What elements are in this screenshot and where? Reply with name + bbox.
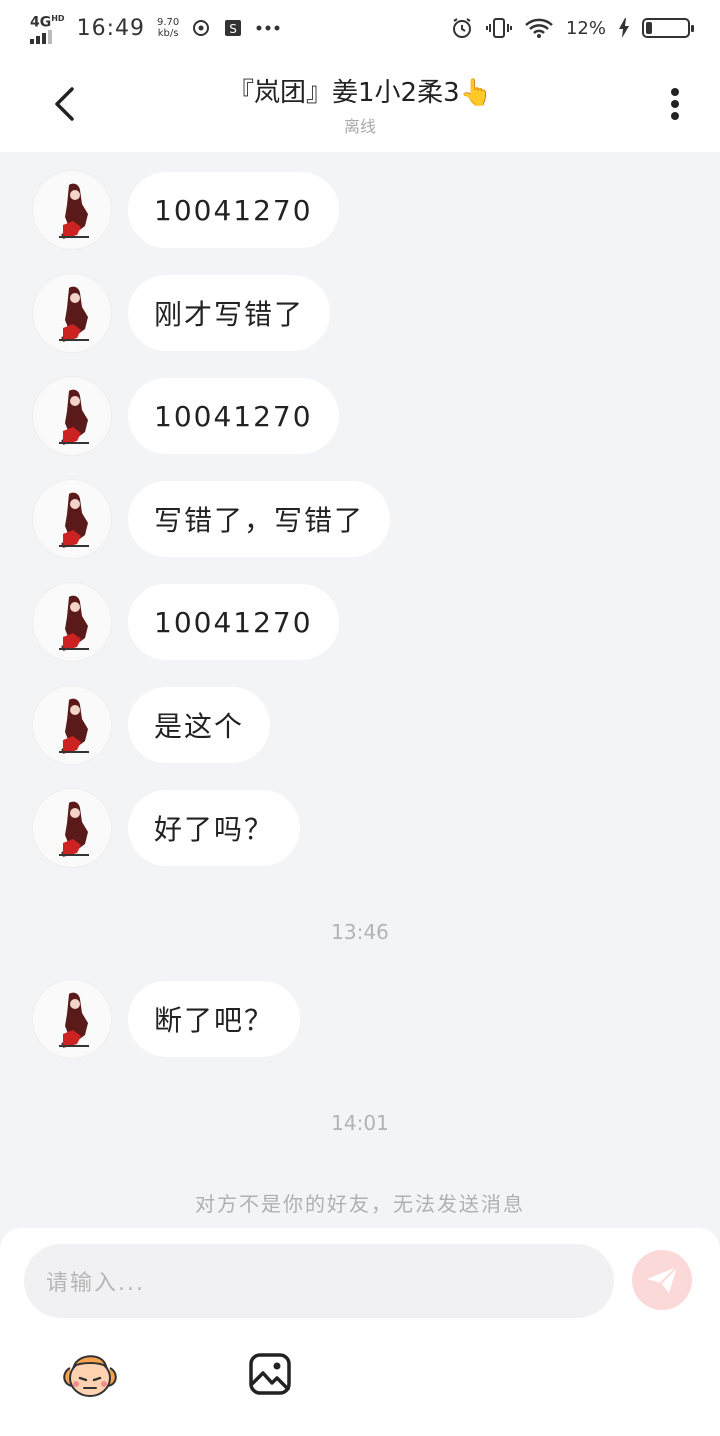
sim-icon: S [225,20,242,36]
back-button[interactable] [44,80,84,128]
message-bubble[interactable]: 写错了，写错了 [128,481,391,557]
avatar[interactable] [32,788,112,868]
avatar[interactable] [32,979,112,1059]
message-input-placeholder: 请输入... [46,1271,145,1296]
avatar[interactable] [32,582,112,662]
image-button[interactable] [248,1352,292,1396]
vpn-icon [193,20,210,36]
avatar[interactable] [32,479,112,559]
chat-title-area: 『岚团』姜1小2柔3👆 离线 [160,72,560,137]
not-friend-notice: 对方不是你的好友，无法发送消息 [195,1192,525,1216]
online-status: 离线 [343,117,376,136]
message-bubble[interactable]: 10041270 [128,378,339,454]
timestamp: 13:46 [331,920,389,944]
menu-dot [671,100,679,108]
more-dots-icon [256,25,280,31]
avatar-figure-icon [59,389,89,445]
alarm-icon [452,18,471,38]
message-row: 刚才写错了 [32,273,331,353]
message-row: 断了吧？ [32,979,301,1059]
wifi-icon [525,18,553,38]
menu-dot [671,112,679,120]
message-bubble[interactable]: 10041270 [128,584,339,660]
menu-dot [671,88,679,96]
more-menu-button[interactable] [660,84,690,124]
message-input[interactable]: 请输入... [24,1244,614,1318]
message-bubble[interactable]: 断了吧？ [128,981,301,1057]
battery-icon [642,18,694,38]
message-row: 10041270 [32,376,339,456]
svg-text:S: S [229,22,237,36]
network-label: 4G [30,14,52,31]
avatar-figure-icon [59,992,89,1048]
status-bar: 4GHD 16:49 9.70 kb/s S 12% [0,0,720,56]
vibrate-icon [485,18,512,38]
message-row: 10041270 [32,170,339,250]
paper-plane-icon [647,1266,678,1293]
battery-level [646,22,652,34]
pointing-up-emoji-icon: 👆 [459,78,492,108]
cartoon-face-icon [63,1355,117,1397]
message-row: 10041270 [32,582,339,662]
signal-icon: 4GHD [30,12,65,44]
avatar-figure-icon [59,286,89,342]
composer-bar: 请输入... [0,1228,720,1436]
sticker-button[interactable] [62,1350,118,1400]
avatar-figure-icon [59,698,89,754]
message-bubble[interactable]: 刚才写错了 [128,275,331,351]
avatar[interactable] [32,273,112,353]
message-row: 写错了，写错了 [32,479,391,559]
image-icon [249,1353,291,1395]
network-speed: 9.70 kb/s [157,17,179,39]
message-row: 好了吗？ [32,788,301,868]
status-time: 16:49 [76,15,145,41]
chat-title: 『岚团』姜1小2柔3👆 [160,72,560,109]
message-bubble[interactable]: 好了吗？ [128,790,301,866]
avatar[interactable] [32,685,112,765]
avatar-figure-icon [59,801,89,857]
chat-header: 『岚团』姜1小2柔3👆 离线 [0,56,720,152]
chat-title-text: 『岚团』姜1小2柔3 [227,78,460,108]
message-bubble[interactable]: 是这个 [128,687,271,763]
avatar[interactable] [32,170,112,250]
speed-value: 9.70 [156,17,180,28]
speed-unit: kb/s [157,28,179,39]
message-bubble[interactable]: 10041270 [128,172,339,248]
send-button[interactable] [632,1250,692,1310]
chevron-left-icon [55,87,74,121]
avatar-figure-icon [59,595,89,651]
message-row: 是这个 [32,685,271,765]
avatar-figure-icon [59,183,89,239]
avatar-figure-icon [59,492,89,548]
charging-icon [619,18,629,38]
network-sub-label: HD [51,14,65,24]
avatar[interactable] [32,376,112,456]
battery-percent: 12% [565,17,606,39]
timestamp: 14:01 [331,1111,389,1135]
